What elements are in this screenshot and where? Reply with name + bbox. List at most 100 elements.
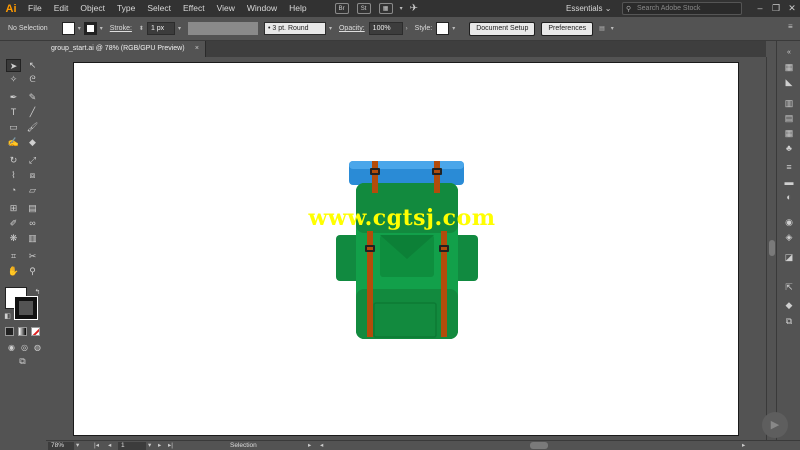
menu-file[interactable]: File	[22, 0, 48, 17]
gradient-panel-icon[interactable]: ▬	[782, 176, 796, 188]
menu-window[interactable]: Window	[241, 0, 283, 17]
appearance-panel-icon[interactable]: ◉	[782, 216, 796, 228]
chevron-down-icon[interactable]: ▾	[611, 25, 614, 32]
type-tool-icon[interactable]: T	[6, 106, 21, 119]
fill-swatch[interactable]	[61, 22, 75, 35]
transparency-panel-icon[interactable]: ◐	[782, 191, 796, 203]
export-panel-icon[interactable]: ⇱	[782, 281, 796, 293]
menu-edit[interactable]: Edit	[48, 0, 75, 17]
eyedropper-tool-icon[interactable]: ✐	[6, 217, 21, 230]
line-segment-tool-icon[interactable]: ╱	[25, 106, 40, 119]
hand-tool-icon[interactable]: ✋	[6, 265, 21, 278]
swatches-panel-icon[interactable]: ▦	[782, 127, 796, 139]
opacity-label[interactable]: Opacity:	[339, 25, 365, 32]
next-artboard-icon[interactable]: ▸	[158, 441, 161, 449]
draw-inside-icon[interactable]: ◍	[30, 341, 45, 354]
stepper-icon[interactable]: ⬍	[139, 25, 144, 32]
stroke-color-swatch[interactable]	[14, 296, 38, 320]
menu-help[interactable]: Help	[283, 0, 312, 17]
chevron-down-icon[interactable]: ▾	[400, 5, 403, 12]
top-strap-left[interactable]	[372, 161, 378, 193]
opacity-field[interactable]: 100%	[368, 22, 403, 35]
graphic-style-swatch[interactable]	[436, 22, 450, 35]
none-mode-icon[interactable]	[31, 327, 40, 336]
vertical-scroll-thumb[interactable]	[769, 240, 775, 256]
zoom-tool-icon[interactable]: ⚲	[25, 265, 40, 278]
perspective-grid-tool-icon[interactable]: ▱	[25, 184, 40, 197]
chevron-down-icon[interactable]: ▾	[78, 25, 81, 32]
vertical-scrollbar[interactable]	[766, 57, 776, 440]
color-mode-icon[interactable]	[5, 327, 14, 336]
workspace-switcher[interactable]: Essentials ⌄	[566, 2, 616, 15]
color-guide-panel-icon[interactable]: ▤	[782, 112, 796, 124]
gradient-tool-icon[interactable]: ▤	[25, 202, 40, 215]
menu-effect[interactable]: Effect	[177, 0, 211, 17]
gradient-mode-icon[interactable]	[18, 327, 27, 336]
menu-view[interactable]: View	[211, 0, 241, 17]
slice-tool-icon[interactable]: ✂	[25, 250, 40, 263]
chevron-down-icon[interactable]: ▾	[100, 25, 103, 32]
paintbrush-tool-icon[interactable]: 🖌	[25, 121, 40, 134]
rectangle-tool-icon[interactable]: ▭	[6, 121, 21, 134]
stroke-weight-field[interactable]: 1 px	[146, 22, 175, 35]
width-tool-icon[interactable]: ⌇	[6, 169, 21, 182]
mesh-tool-icon[interactable]: ⊞	[6, 202, 21, 215]
chevron-down-icon[interactable]: ▾	[329, 25, 332, 32]
last-artboard-icon[interactable]: ▸|	[168, 441, 173, 449]
rotate-tool-icon[interactable]: ↻	[6, 154, 21, 167]
properties-panel-icon[interactable]: ▦	[782, 61, 796, 73]
eraser-tool-icon[interactable]: ◆	[25, 136, 40, 149]
color-panel-icon[interactable]: ▥	[782, 97, 796, 109]
screen-mode-icon[interactable]: ⧉	[15, 355, 30, 368]
stock-icon[interactable]: St	[356, 3, 371, 14]
preferences-button[interactable]: Preferences	[541, 21, 594, 36]
collapse-panels-icon[interactable]: «	[782, 47, 796, 59]
libraries-panel-icon[interactable]: ◣	[782, 76, 796, 88]
artboard[interactable]	[73, 62, 739, 436]
close-icon[interactable]: ✕	[784, 0, 800, 17]
symbols-panel-icon[interactable]: ◪	[782, 251, 796, 263]
artboard-number-field[interactable]: 1	[118, 442, 146, 450]
top-strap-right[interactable]	[434, 161, 440, 193]
panel-menu-icon[interactable]: ≡	[788, 22, 793, 31]
document-tab[interactable]: group_start.ai @ 78% (RGB/GPU Preview) ×	[46, 41, 206, 57]
magic-wand-tool-icon[interactable]: ✧	[6, 73, 21, 86]
graphic-styles-panel-icon[interactable]: ◈	[782, 231, 796, 243]
stroke-panel-icon[interactable]: ≡	[782, 161, 796, 173]
zoom-level-field[interactable]: 78%	[48, 442, 74, 450]
shaper-tool-icon[interactable]: ✍	[6, 136, 21, 149]
lasso-tool-icon[interactable]: ᘓ	[25, 73, 40, 86]
arrange-documents-icon[interactable]: ▦	[378, 3, 393, 14]
shape-builder-tool-icon[interactable]: ◔	[6, 184, 21, 197]
brushes-panel-icon[interactable]: ♣	[782, 142, 796, 154]
free-transform-tool-icon[interactable]: ⧈	[25, 169, 40, 182]
column-graph-tool-icon[interactable]: ▥	[25, 232, 40, 245]
direct-selection-tool-icon[interactable]: ↖	[25, 59, 40, 72]
close-icon[interactable]: ×	[195, 41, 199, 57]
document-setup-button[interactable]: Document Setup	[469, 21, 536, 36]
horizontal-scroll-thumb[interactable]	[530, 442, 548, 449]
swap-colors-icon[interactable]: ↰	[30, 286, 45, 299]
chevron-down-icon[interactable]: ▾	[148, 441, 151, 449]
menu-type[interactable]: Type	[111, 0, 141, 17]
blend-tool-icon[interactable]: ∞	[25, 217, 40, 230]
previous-artboard-icon[interactable]: ◂	[108, 441, 111, 449]
brush-definition-field[interactable]: • 3 pt. Round	[263, 22, 326, 35]
scroll-right-icon[interactable]: ▸	[742, 441, 745, 449]
stroke-swatch[interactable]	[83, 22, 97, 35]
chevron-down-icon[interactable]: ▾	[452, 25, 455, 32]
gpu-performance-icon[interactable]: ✈	[410, 3, 418, 14]
play-button-overlay[interactable]: ▶	[762, 412, 788, 438]
chevron-down-icon[interactable]: ▾	[178, 25, 181, 32]
default-colors-icon[interactable]: ◧	[0, 310, 15, 323]
artboards-panel-icon[interactable]: ⧉	[782, 315, 796, 327]
selection-tool-icon[interactable]: ➤	[6, 59, 21, 72]
menu-select[interactable]: Select	[141, 0, 177, 17]
first-artboard-icon[interactable]: |◂	[94, 441, 99, 449]
chevron-right-icon[interactable]: ›	[406, 26, 408, 32]
backpack-artwork[interactable]	[74, 63, 740, 437]
variable-width-profile[interactable]	[187, 22, 258, 35]
scroll-left-icon[interactable]: ◂	[320, 441, 323, 449]
pen-tool-icon[interactable]: ✒	[6, 91, 21, 104]
stroke-label[interactable]: Stroke:	[110, 25, 132, 32]
